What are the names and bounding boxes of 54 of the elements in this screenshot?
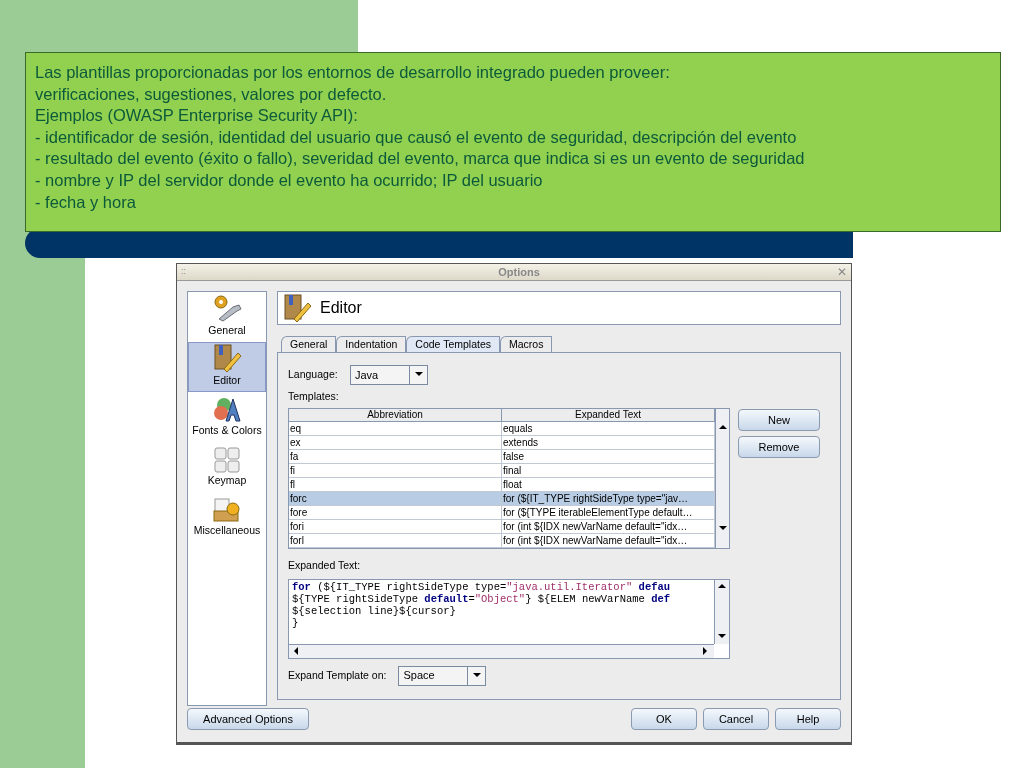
category-item[interactable]: Fonts & Colors xyxy=(188,392,266,442)
tab[interactable]: General xyxy=(281,336,337,352)
language-dropdown[interactable]: Java xyxy=(350,365,428,385)
expanded-text-label: Expanded Text: xyxy=(288,557,362,573)
table-cell: ex xyxy=(289,435,502,449)
code-line: for (${IT_TYPE rightSideType type="java.util.Iterator" defau xyxy=(292,580,672,593)
category-item[interactable]: General xyxy=(188,292,266,342)
vertical-scrollbar[interactable] xyxy=(714,579,729,644)
language-label: Language: xyxy=(288,367,339,383)
window-grip: :: xyxy=(181,265,187,279)
table-cell: fa xyxy=(289,449,502,463)
table-cell: fl xyxy=(289,477,502,491)
dialog-button[interactable]: OK xyxy=(631,708,697,730)
vertical-scrollbar[interactable] xyxy=(715,408,729,548)
slide-text-line: - fecha y hora xyxy=(35,191,137,213)
table-cell: forc xyxy=(289,491,502,505)
slide-text-line: - identificador de sesión, identidad del usuario que causó el evento de seguridad, descripción del evento xyxy=(35,126,798,148)
category-item[interactable]: Editor xyxy=(188,342,266,392)
cards-gear-icon xyxy=(212,497,242,524)
book-pencil-icon xyxy=(212,343,242,374)
book-pencil-icon xyxy=(282,293,312,323)
table-cell: fore xyxy=(289,505,502,519)
tab[interactable]: Indentation xyxy=(336,336,407,352)
table-cell: forl xyxy=(289,533,502,547)
category-item[interactable]: Keymap xyxy=(188,442,266,492)
slide-text-line: - nombre y IP del servidor donde el evento ha ocurrido; IP del usuario xyxy=(35,169,544,191)
tab[interactable]: Code Templates xyxy=(406,336,500,352)
keyboard-keys-icon xyxy=(213,447,241,474)
code-line: ${selection line}${cursor} xyxy=(292,604,457,617)
slide-text-line: - resultado del evento (éxito o fallo), severidad del evento, marca que indica si es un evento de seguridad xyxy=(35,148,806,170)
horizontal-scrollbar[interactable] xyxy=(289,643,714,658)
expand-on-label: Expand Template on: xyxy=(288,667,387,683)
slide-text-line: Las plantillas proporcionadas por los entornos de desarrollo integrado pueden proveer: xyxy=(35,62,671,83)
column-header[interactable]: Abbreviation xyxy=(289,408,502,421)
dialog-button[interactable]: Cancel xyxy=(703,708,769,730)
table-cell: eq xyxy=(289,421,502,435)
table-cell: fori xyxy=(289,519,502,533)
side-button[interactable]: New xyxy=(738,408,820,431)
category-item[interactable]: Miscellaneous xyxy=(188,492,266,542)
code-editor[interactable]: for (${IT_TYPE rightSideType type="java.util.Iterator" defau ${TYPE rightSideType default="Object"} ${ELEM newVarName def ${selection line}${cursor} } xyxy=(288,578,730,659)
advanced-options-button[interactable]: Advanced Options xyxy=(187,708,309,730)
code-line: } xyxy=(292,616,300,629)
table-cell: fi xyxy=(289,463,502,477)
expand-on-dropdown[interactable]: Space xyxy=(398,665,487,686)
header-title: Editor xyxy=(320,298,362,318)
dialog-button[interactable]: Help xyxy=(775,708,841,730)
slide-text-line: verificaciones, sugestiones, valores por defecto. xyxy=(35,83,388,105)
fonts-colors-icon xyxy=(212,395,242,424)
code-line: ${TYPE rightSideType default="Object"} ${ELEM newVarName def xyxy=(292,592,672,605)
window-title: Options xyxy=(497,264,541,280)
slide-text-line: Ejemplos (OWASP Enterprise Security API): xyxy=(35,105,359,127)
tab[interactable]: Macros xyxy=(500,336,553,352)
side-button[interactable]: Remove xyxy=(738,435,820,458)
templates-label: Templates: xyxy=(288,389,340,404)
